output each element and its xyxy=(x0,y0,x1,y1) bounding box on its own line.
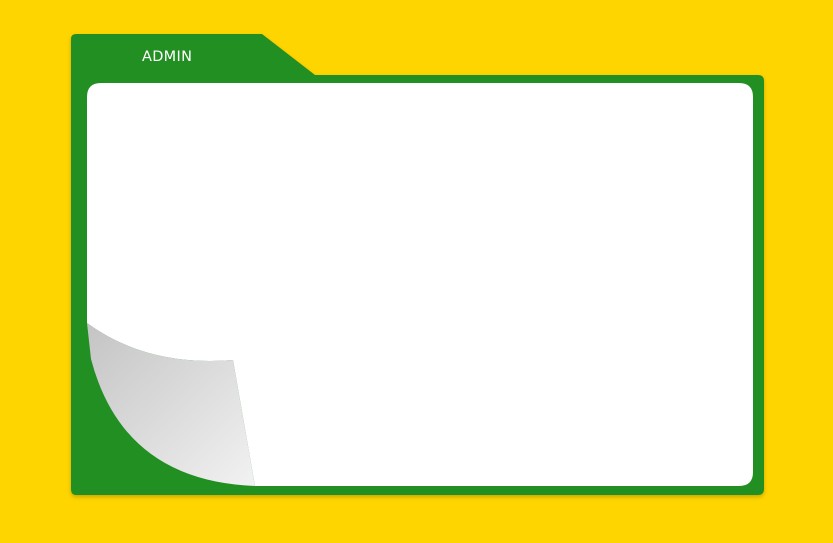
folder-tab-label: ADMIN xyxy=(142,49,193,65)
folder-paper-sheet xyxy=(87,83,753,486)
admin-folder[interactable]: ADMIN xyxy=(71,34,764,495)
